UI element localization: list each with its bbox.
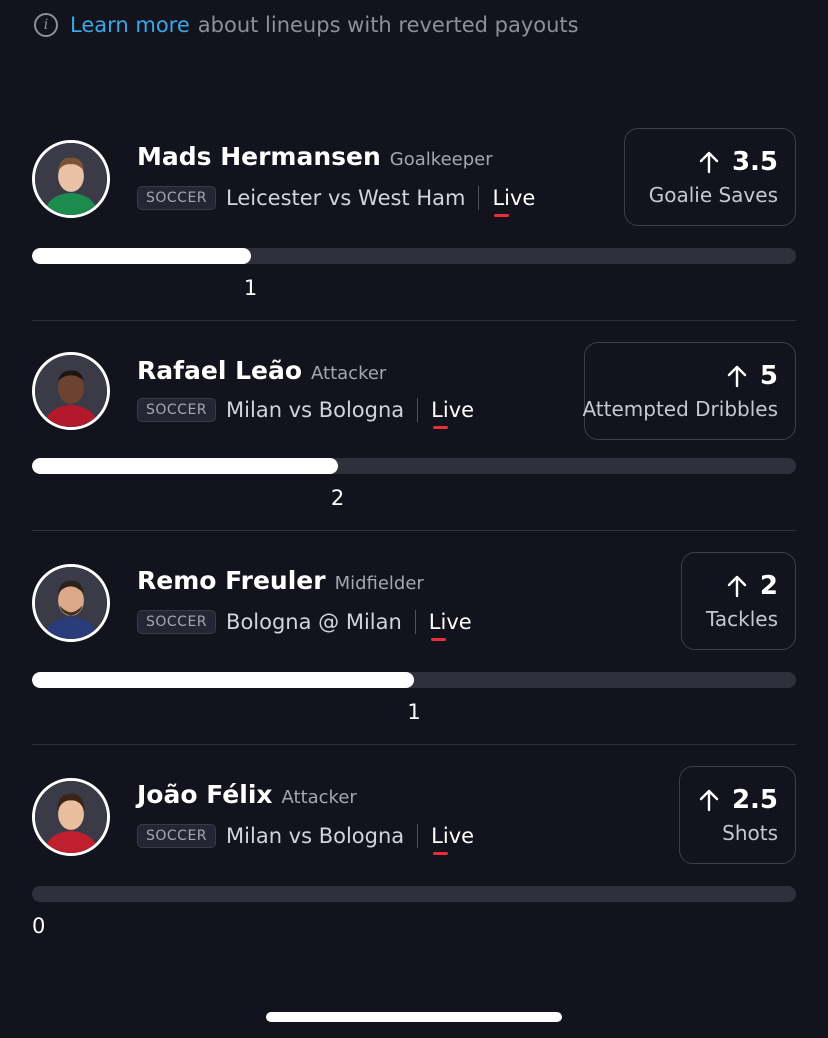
live-status: Live <box>492 186 536 217</box>
info-icon[interactable]: i <box>34 13 58 37</box>
player-name: Remo Freuler <box>137 566 326 595</box>
game-info: SOCCER Milan vs Bologna Live <box>137 398 475 429</box>
live-status: Live <box>431 398 475 429</box>
matchup-text: Milan vs Bologna <box>226 398 405 422</box>
separator <box>414 610 416 634</box>
live-status: Live <box>428 610 472 641</box>
pick-card[interactable]: João Félix Attacker SOCCER Milan vs Bolo… <box>32 766 796 946</box>
stat-type: Tackles <box>705 607 778 631</box>
matchup-text: Leicester vs West Ham <box>226 186 466 210</box>
projection-box: 2 Tackles <box>681 552 796 650</box>
stat-type: Attempted Dribbles <box>582 397 778 421</box>
player-position: Attacker <box>281 787 357 808</box>
progress-bar <box>32 672 796 688</box>
game-info: SOCCER Milan vs Bologna Live <box>137 824 475 855</box>
player-name: João Félix <box>137 780 273 809</box>
lineup-screen: i Learn more about lineups with reverted… <box>0 0 828 1038</box>
stat-type: Shots <box>722 821 778 845</box>
separator <box>417 398 419 422</box>
game-info: SOCCER Leicester vs West Ham Live <box>137 186 536 217</box>
projection-line: 2 <box>759 571 778 601</box>
divider <box>32 530 796 531</box>
current-value: 0 <box>32 914 46 938</box>
player-headshot-icon <box>35 355 107 427</box>
player-avatar <box>32 352 110 430</box>
arrow-up-icon <box>699 151 719 174</box>
player-headshot-icon <box>35 567 107 639</box>
projection-line: 3.5 <box>731 147 778 177</box>
player-position: Midfielder <box>334 573 424 594</box>
player-avatar <box>32 140 110 218</box>
arrow-up-icon <box>699 789 719 812</box>
projection-line: 2.5 <box>731 785 778 815</box>
progress-bar <box>32 248 796 264</box>
stat-type: Goalie Saves <box>648 183 778 207</box>
progress-fill <box>32 248 251 264</box>
pick-card[interactable]: Mads Hermansen Goalkeeper SOCCER Leicest… <box>32 128 796 308</box>
matchup-text: Bologna @ Milan <box>226 610 402 634</box>
player-position: Goalkeeper <box>389 149 493 170</box>
progress-fill <box>32 458 338 474</box>
home-indicator[interactable] <box>266 1012 562 1022</box>
projection-box: 5 Attempted Dribbles <box>582 342 796 440</box>
learn-more-link[interactable]: Learn more <box>70 13 190 37</box>
player-avatar <box>32 564 110 642</box>
projection-line: 5 <box>759 361 778 391</box>
divider <box>32 744 796 745</box>
current-value: 1 <box>407 700 421 724</box>
sport-badge: SOCCER <box>137 398 217 422</box>
game-info: SOCCER Bologna @ Milan Live <box>137 610 472 641</box>
sport-badge: SOCCER <box>137 186 217 210</box>
player-info: Remo Freuler Midfielder <box>137 566 424 595</box>
player-headshot-icon <box>35 143 107 215</box>
projection-box: 2.5 Shots <box>679 766 796 864</box>
player-name: Rafael Leão <box>137 356 303 385</box>
player-info: Mads Hermansen Goalkeeper <box>137 142 493 171</box>
player-avatar <box>32 778 110 856</box>
divider <box>32 320 796 321</box>
player-info: João Félix Attacker <box>137 780 357 809</box>
pick-card[interactable]: Remo Freuler Midfielder SOCCER Bologna @… <box>32 552 796 732</box>
progress-bar <box>32 886 796 902</box>
player-headshot-icon <box>35 781 107 853</box>
separator <box>417 824 419 848</box>
current-value: 1 <box>243 276 258 300</box>
info-text: about lineups with reverted payouts <box>197 13 579 37</box>
arrow-up-icon <box>727 575 747 598</box>
reverted-payouts-info: i Learn more about lineups with reverted… <box>34 10 579 40</box>
player-name: Mads Hermansen <box>137 142 381 171</box>
live-status: Live <box>431 824 475 855</box>
pick-card[interactable]: Rafael Leão Attacker SOCCER Milan vs Bol… <box>32 342 796 522</box>
progress-fill <box>32 672 414 688</box>
arrow-up-icon <box>727 365 747 388</box>
projection-box: 3.5 Goalie Saves <box>624 128 796 226</box>
sport-badge: SOCCER <box>137 824 217 848</box>
player-position: Attacker <box>311 363 387 384</box>
separator <box>478 186 480 210</box>
matchup-text: Milan vs Bologna <box>226 824 405 848</box>
player-info: Rafael Leão Attacker <box>137 356 386 385</box>
progress-bar <box>32 458 796 474</box>
current-value: 2 <box>330 486 345 510</box>
sport-badge: SOCCER <box>137 610 217 634</box>
